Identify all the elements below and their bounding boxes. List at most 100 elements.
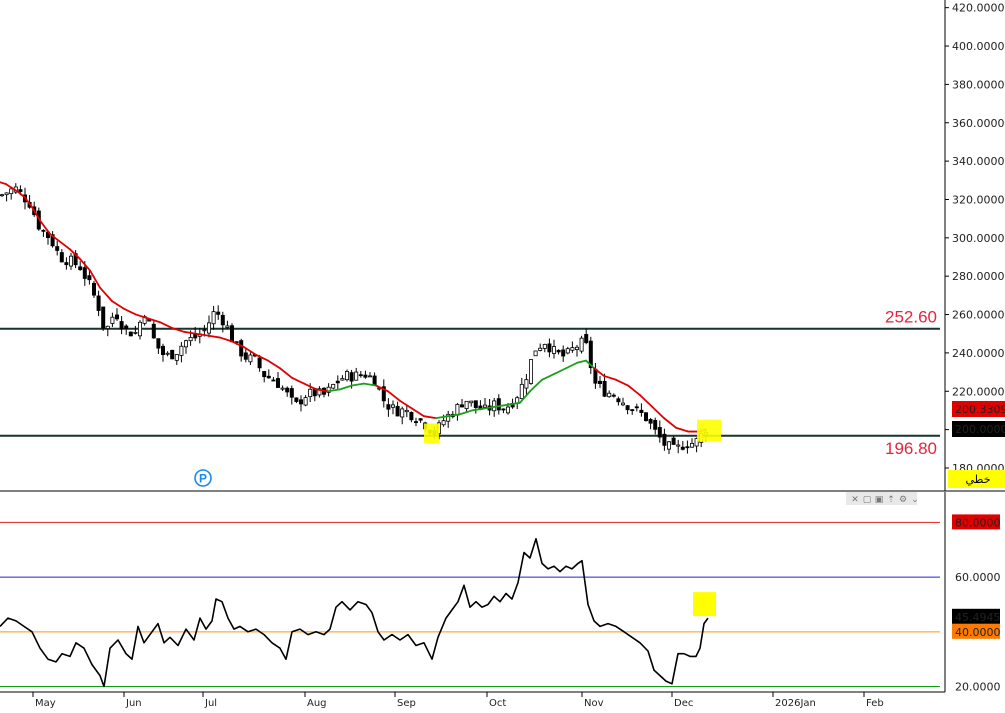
candle bbox=[657, 420, 662, 443]
indicator-highlight bbox=[693, 592, 716, 617]
candle-body bbox=[87, 275, 92, 281]
candle-body bbox=[294, 397, 299, 402]
candle-body bbox=[82, 267, 87, 279]
indicator-window-controls[interactable]: ✕ ▢ ▣ ⇡ ⚙ ⌄ bbox=[846, 492, 919, 505]
candle-body bbox=[464, 400, 469, 410]
candle-body bbox=[634, 406, 639, 409]
candle bbox=[248, 352, 253, 365]
moving-average-segment bbox=[207, 334, 221, 339]
candle-body bbox=[395, 405, 400, 417]
candle-body bbox=[340, 378, 345, 381]
moving-average-segment bbox=[279, 367, 293, 379]
candle bbox=[409, 411, 414, 423]
candle-body bbox=[648, 419, 653, 424]
candle-body bbox=[570, 347, 575, 351]
candle bbox=[266, 369, 271, 379]
candle-body bbox=[206, 322, 211, 334]
candle bbox=[459, 399, 464, 408]
moving-average-segment bbox=[123, 307, 137, 316]
candle bbox=[598, 376, 603, 389]
candle bbox=[119, 316, 124, 335]
candle-body bbox=[225, 325, 230, 328]
candle bbox=[667, 441, 672, 455]
candle bbox=[616, 396, 621, 406]
moving-average-segment bbox=[675, 426, 689, 433]
candle bbox=[395, 401, 400, 417]
candle-body bbox=[331, 383, 336, 389]
candle bbox=[556, 349, 561, 355]
candle-body bbox=[363, 374, 368, 378]
candle-body bbox=[621, 402, 626, 406]
candle bbox=[533, 350, 538, 357]
price-y-tick-label: 380.0000 bbox=[952, 78, 1005, 91]
candle bbox=[685, 440, 690, 454]
x-axis-tick-label: Sep bbox=[397, 698, 416, 709]
candle-body bbox=[151, 323, 156, 339]
candle bbox=[469, 400, 474, 407]
chart-type-badge[interactable]: خطي bbox=[948, 470, 1005, 488]
chart-canvas: 180.0000200.0000220.0000240.0000260.0000… bbox=[0, 0, 1005, 709]
close-icon[interactable]: ✕ bbox=[851, 495, 859, 505]
candle-body bbox=[616, 398, 621, 403]
moving-average-segment bbox=[99, 286, 113, 303]
price-highlights bbox=[424, 419, 721, 444]
candle bbox=[579, 335, 584, 354]
settings-icon[interactable]: ⚙ bbox=[899, 495, 907, 505]
candle bbox=[547, 338, 552, 358]
candle-body bbox=[390, 404, 395, 408]
price-y-tick-label: 300.0000 bbox=[952, 232, 1005, 245]
moving-average-segment bbox=[603, 375, 617, 381]
candle bbox=[519, 377, 524, 400]
candle bbox=[317, 386, 322, 398]
chevron-down-icon[interactable]: ⌄ bbox=[911, 495, 919, 505]
candle bbox=[354, 367, 359, 381]
moving-average-segment bbox=[651, 405, 665, 420]
p-marker[interactable]: P bbox=[194, 469, 212, 487]
x-axis-tick-label: Aug bbox=[307, 698, 327, 709]
moving-average-segment bbox=[5, 183, 13, 189]
maximize-icon[interactable]: ▣ bbox=[875, 495, 884, 505]
candle bbox=[464, 400, 469, 413]
x-axis-tick-label: Jul bbox=[204, 698, 217, 709]
candle bbox=[133, 325, 138, 335]
candle bbox=[611, 393, 616, 398]
candle-body bbox=[529, 359, 534, 384]
price-y-tick-label: 260.0000 bbox=[952, 309, 1005, 322]
candle bbox=[321, 387, 326, 398]
candle bbox=[381, 379, 386, 408]
restore-icon[interactable]: ▢ bbox=[863, 495, 872, 505]
candle-body bbox=[482, 404, 487, 408]
x-axis-tick-label: Oct bbox=[489, 698, 506, 709]
price-y-tick-label: 420.0000 bbox=[952, 2, 1005, 15]
candle-body bbox=[216, 311, 221, 315]
candle bbox=[326, 383, 331, 397]
candle bbox=[363, 370, 368, 379]
indicator-tags: 80.0000 60.0000 40.0000 20.0000 45.4945 bbox=[952, 514, 1001, 694]
candle bbox=[358, 371, 363, 378]
candle-body bbox=[0, 194, 4, 197]
moving-average-segment bbox=[541, 373, 555, 381]
candle-body bbox=[413, 421, 418, 423]
candle bbox=[501, 408, 506, 414]
move-up-icon[interactable]: ⇡ bbox=[887, 495, 895, 505]
candle bbox=[59, 249, 64, 263]
price-panel[interactable]: 180.0000200.0000220.0000240.0000260.0000… bbox=[0, 0, 1005, 491]
p-marker-label: P bbox=[199, 472, 207, 486]
candle bbox=[243, 348, 248, 363]
candle bbox=[390, 400, 395, 415]
candle bbox=[211, 305, 216, 330]
candle bbox=[289, 385, 294, 405]
price-tags: 200.3309 200.0000 bbox=[952, 401, 1005, 437]
candle-body bbox=[680, 446, 685, 450]
candle-body bbox=[170, 349, 175, 360]
candle-body bbox=[257, 357, 262, 369]
candle bbox=[644, 412, 649, 422]
candle bbox=[128, 331, 133, 337]
indicator-panel[interactable]: 80.0000 60.0000 40.0000 20.0000 45.4945 bbox=[0, 492, 1001, 694]
candle bbox=[542, 343, 547, 353]
candle bbox=[156, 338, 161, 354]
candle-body bbox=[685, 446, 690, 449]
candle bbox=[0, 193, 4, 198]
x-axis-tick-label: Dec bbox=[674, 698, 693, 709]
chart-type-badge-label: خطي bbox=[966, 473, 991, 486]
